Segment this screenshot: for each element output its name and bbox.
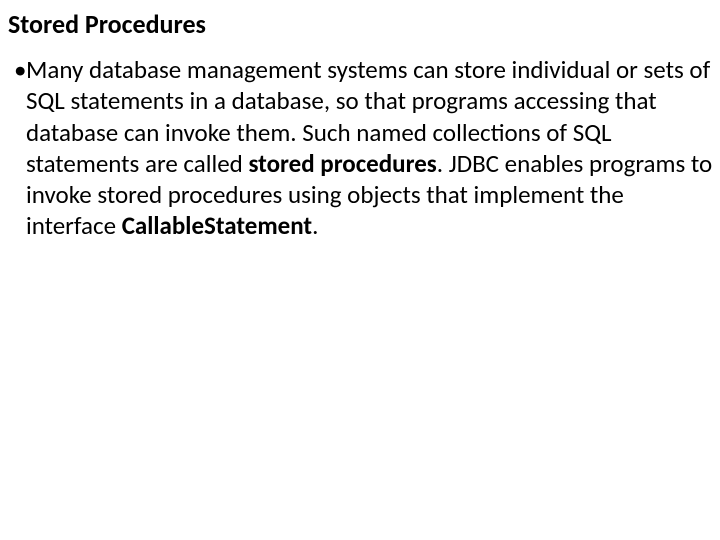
list-item: Many database management systems can sto… bbox=[14, 54, 714, 242]
bullet-list: Many database management systems can sto… bbox=[6, 54, 714, 242]
body-text-post: . bbox=[312, 210, 318, 241]
page-title: Stored Procedures bbox=[6, 8, 714, 40]
bold-term-callablestatement: CallableStatement bbox=[122, 210, 312, 241]
bold-term-stored-procedures: stored procedures bbox=[248, 148, 436, 179]
